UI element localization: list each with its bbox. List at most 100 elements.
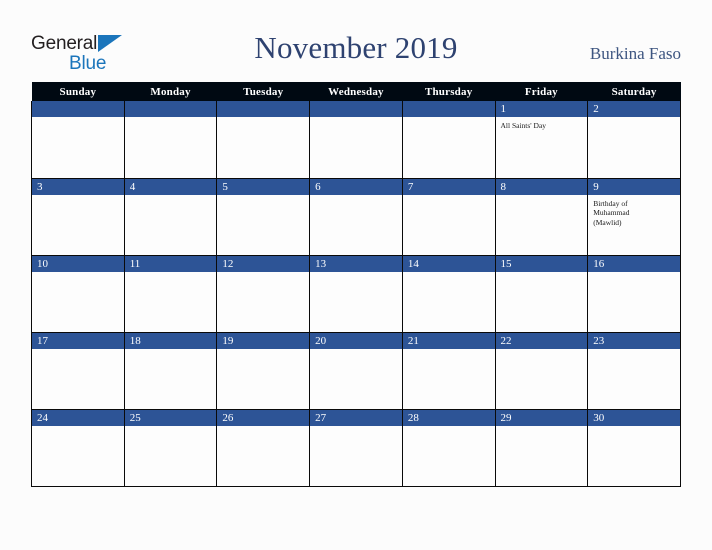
day-cell-inner: 6: [310, 178, 402, 255]
calendar-empty-cell: [216, 101, 311, 179]
calendar-day-cell[interactable]: 16: [587, 255, 681, 333]
calendar-day-cell[interactable]: 26: [216, 409, 311, 487]
weekday-header-row: Sunday Monday Tuesday Wednesday Thursday…: [31, 82, 681, 101]
day-number: 6: [310, 178, 402, 195]
day-cell-inner: 8: [495, 178, 588, 255]
day-events: All Saints' Day: [496, 117, 588, 131]
calendar-day-cell[interactable]: 30: [587, 409, 681, 487]
calendar-day-cell[interactable]: 3: [31, 178, 125, 256]
calendar-day-cell[interactable]: 13: [309, 255, 403, 333]
holiday-label: (Mawlid): [593, 217, 622, 227]
day-number: 16: [588, 255, 680, 272]
calendar-day-cell[interactable]: 23: [587, 332, 681, 410]
day-cell-inner: 30: [588, 409, 680, 486]
calendar-day-cell[interactable]: 5: [216, 178, 311, 256]
calendar-empty-cell: [401, 101, 496, 179]
day-number: [217, 101, 310, 117]
day-number: [310, 101, 402, 117]
calendar-day-cell[interactable]: 29: [494, 409, 589, 487]
day-number: 29: [495, 409, 588, 426]
day-cell-inner: 15: [495, 255, 588, 332]
calendar-day-cell[interactable]: 7: [401, 178, 496, 256]
day-cell-inner: 10: [32, 255, 124, 332]
calendar-day-cell[interactable]: 17: [31, 332, 125, 410]
calendar-day-cell[interactable]: 19: [216, 332, 311, 410]
page-header: General Blue November 2019 Burkina Faso: [0, 0, 712, 82]
day-number: 19: [217, 332, 310, 349]
day-events: Birthday of Muhammad (Mawlid): [588, 195, 680, 228]
calendar-day-cell[interactable]: 10: [31, 255, 125, 333]
calendar-day-cell[interactable]: 14: [401, 255, 496, 333]
holiday-label: All Saints' Day: [500, 121, 547, 130]
day-cell-inner: [217, 101, 310, 178]
day-number: 8: [495, 178, 588, 195]
day-cell-inner: 24: [32, 409, 124, 486]
day-number: 13: [310, 255, 402, 272]
calendar-empty-cell: [309, 101, 403, 179]
day-cell-inner: 9 Birthday of Muhammad (Mawlid): [588, 178, 680, 255]
calendar-week-row: 17 18 19 20 21 22 23: [31, 332, 681, 410]
calendar-day-cell[interactable]: 18: [123, 332, 218, 410]
calendar-empty-cell: [31, 101, 125, 179]
day-number: 30: [588, 409, 680, 426]
weekday-header-tuesday: Tuesday: [216, 82, 310, 101]
calendar-day-cell[interactable]: 25: [123, 409, 218, 487]
country-label: Burkina Faso: [589, 44, 681, 63]
day-cell-inner: 25: [124, 409, 217, 486]
day-number: 27: [310, 409, 402, 426]
calendar-day-cell[interactable]: 22: [494, 332, 589, 410]
calendar-day-cell[interactable]: 15: [494, 255, 589, 333]
day-number: 1: [495, 101, 588, 117]
calendar-day-cell[interactable]: 20: [309, 332, 403, 410]
calendar-day-cell[interactable]: 1 All Saints' Day: [494, 101, 589, 179]
calendar-page: General Blue November 2019 Burkina Faso …: [0, 0, 712, 550]
weekday-header-friday: Friday: [495, 82, 588, 101]
day-cell-inner: 28: [402, 409, 495, 486]
day-number: 17: [32, 332, 124, 349]
day-cell-inner: 3: [32, 178, 124, 255]
holiday-label: Muhammad: [593, 208, 630, 217]
day-cell-inner: 21: [402, 332, 495, 409]
calendar-day-cell[interactable]: 8: [494, 178, 589, 256]
weekday-header-saturday: Saturday: [587, 82, 681, 101]
day-number: 22: [495, 332, 588, 349]
day-number: 7: [402, 178, 495, 195]
weekday-header-thursday: Thursday: [402, 82, 496, 101]
calendar-week-row: 3 4 5 6 7 8 9 Birthday of Muhammad (Mawlid): [31, 178, 681, 256]
day-number: [124, 101, 217, 117]
calendar-day-cell[interactable]: 12: [216, 255, 311, 333]
calendar-day-cell[interactable]: 28: [401, 409, 496, 487]
day-cell-inner: 1 All Saints' Day: [495, 101, 588, 178]
holiday-label: Birthday of: [593, 198, 628, 208]
day-cell-inner: 4: [124, 178, 217, 255]
calendar-day-cell[interactable]: 9 Birthday of Muhammad (Mawlid): [587, 178, 681, 256]
calendar-day-cell[interactable]: 21: [401, 332, 496, 410]
day-cell-inner: 29: [495, 409, 588, 486]
calendar-day-cell[interactable]: 2: [587, 101, 681, 179]
day-number: 23: [588, 332, 680, 349]
calendar-body: 1 All Saints' Day 2 3 4 5 6 7 8 9 Birthday of Muham…: [31, 101, 681, 487]
day-number: 11: [124, 255, 217, 272]
day-number: 15: [495, 255, 588, 272]
calendar-week-row: 10 11 12 13 14 15 16: [31, 255, 681, 333]
day-cell-inner: 17: [32, 332, 124, 409]
calendar-week-row: 1 All Saints' Day 2: [31, 101, 681, 179]
calendar-day-cell[interactable]: 11: [123, 255, 218, 333]
calendar-day-cell[interactable]: 6: [309, 178, 403, 256]
day-number: 4: [124, 178, 217, 195]
day-number: 3: [32, 178, 124, 195]
calendar-day-cell[interactable]: 27: [309, 409, 403, 487]
day-cell-inner: 20: [310, 332, 402, 409]
weekday-header-sunday: Sunday: [31, 82, 125, 101]
calendar-grid: Sunday Monday Tuesday Wednesday Thursday…: [31, 82, 681, 487]
calendar-day-cell[interactable]: 4: [123, 178, 218, 256]
day-number: 9: [588, 178, 680, 195]
day-number: 2: [588, 101, 680, 117]
day-number: 25: [124, 409, 217, 426]
day-cell-inner: 2: [588, 101, 680, 178]
day-number: [402, 101, 495, 117]
calendar-day-cell[interactable]: 24: [31, 409, 125, 487]
day-number: 12: [217, 255, 310, 272]
day-cell-inner: 11: [124, 255, 217, 332]
day-number: 18: [124, 332, 217, 349]
